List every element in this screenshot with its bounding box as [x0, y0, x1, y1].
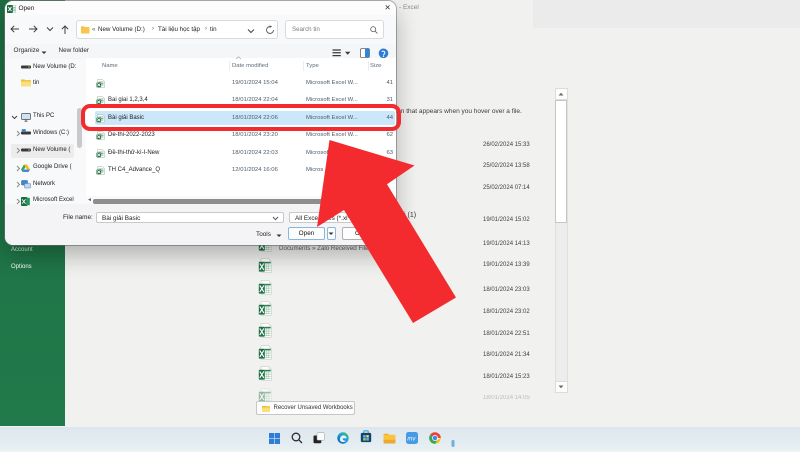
svg-text:mv: mv [407, 436, 416, 442]
